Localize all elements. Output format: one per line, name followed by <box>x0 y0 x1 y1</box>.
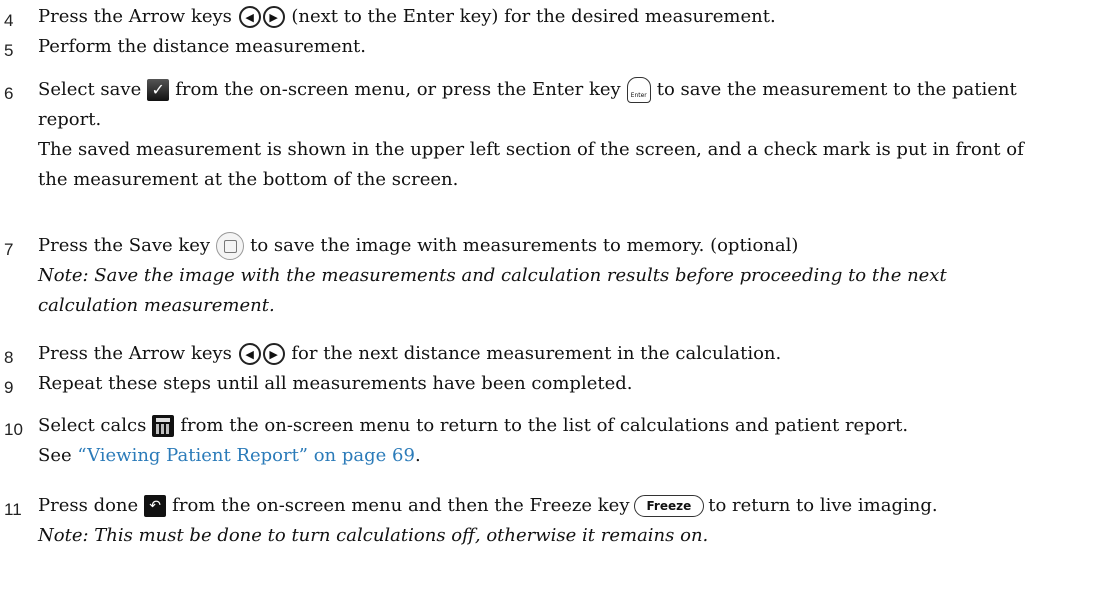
step-text: to save the image with measurements to m… <box>250 235 799 256</box>
step-text: Select save <box>38 79 142 100</box>
step-text: See <box>38 445 72 466</box>
calcs-icon <box>152 415 175 437</box>
step-text: from the on-screen menu, or press the En… <box>175 79 621 100</box>
left-arrow-key-icon: ◀ <box>238 343 261 365</box>
done-icon: ↶ <box>144 495 167 517</box>
step-number: 4 <box>4 11 14 30</box>
step-text: Perform the distance measurement. <box>38 36 366 57</box>
step-note: Note: This must be done to turn calculat… <box>38 525 709 546</box>
step-text: Press the Arrow keys <box>38 6 232 27</box>
step-text: from the on-screen menu and then the Fre… <box>172 495 630 516</box>
step-note: Note: Save the image with the measuremen… <box>38 265 947 316</box>
step-number: 8 <box>4 348 14 367</box>
left-arrow-key-icon: ◀ <box>238 6 261 28</box>
right-arrow-key-icon: ▶ <box>262 6 285 28</box>
manual-page: 4 Press the Arrow keys ◀ ▶ (next to the E… <box>0 0 1110 596</box>
step-number: 7 <box>4 240 14 259</box>
save-check-icon: ✓ <box>147 79 170 101</box>
step-text: to return to live imaging. <box>708 495 938 516</box>
save-key-icon <box>216 232 245 260</box>
enter-key-icon: Enter <box>626 77 651 103</box>
step-text: Repeat these steps until all measurement… <box>38 373 633 394</box>
step-text: for the next distance measurement in the… <box>291 343 782 364</box>
step-text: (next to the Enter key) for the desired … <box>291 6 776 27</box>
freeze-key-icon: Freeze <box>633 495 705 517</box>
step-number: 6 <box>4 84 14 103</box>
step-text: . <box>414 445 421 466</box>
step-number: 9 <box>4 378 14 397</box>
step-text: Press the Arrow keys <box>38 343 232 364</box>
viewing-patient-report-link[interactable]: “Viewing Patient Report” on page 69 <box>77 445 415 466</box>
right-arrow-key-icon: ▶ <box>262 343 285 365</box>
step-text: Press the Save key <box>38 235 211 256</box>
step-number: 10 <box>4 420 23 439</box>
step-number: 5 <box>4 41 14 60</box>
step-subtext: The saved measurement is shown in the up… <box>38 139 1024 190</box>
step-number: 11 <box>4 500 22 519</box>
step-text: from the on-screen menu to return to the… <box>180 415 909 436</box>
step-text: Select calcs <box>38 415 147 436</box>
step-text: Press done <box>38 495 139 516</box>
